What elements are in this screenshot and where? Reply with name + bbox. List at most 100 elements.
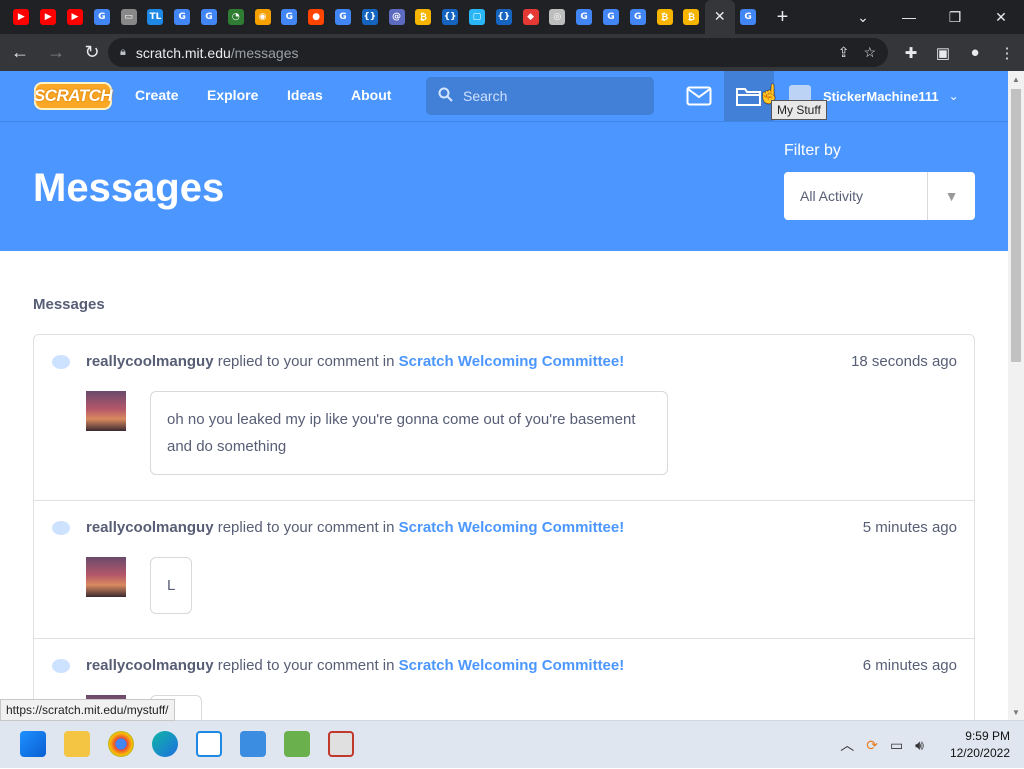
page-scrollbar[interactable]: ▲ ▼ — [1008, 71, 1024, 720]
google-icon: G — [93, 9, 110, 25]
filter-value: All Activity — [800, 188, 864, 204]
messages-envelope-icon[interactable] — [684, 82, 714, 110]
reddit-icon: ● — [308, 9, 325, 25]
nav-link-create[interactable]: Create — [135, 87, 179, 103]
browser-tab-active[interactable]: ✕ — [704, 0, 735, 34]
browser-tab[interactable]: G — [276, 0, 303, 34]
scroll-down-icon[interactable]: ▼ — [1008, 704, 1024, 720]
nav-link-ideas[interactable]: Ideas — [287, 87, 323, 103]
youtube-icon: ▶ — [66, 9, 83, 25]
close-tab-icon[interactable]: ✕ — [712, 9, 728, 25]
wifi-icon: ◔ — [227, 9, 244, 25]
windows-start-icon[interactable] — [20, 731, 46, 757]
side-panel-icon[interactable]: ▣ — [932, 42, 954, 64]
notepad-icon[interactable] — [240, 731, 266, 757]
address-bar[interactable]: 🔒︎ scratch.mit.edu /messages ⇪ ☆ — [108, 38, 888, 67]
user-thumbnail[interactable] — [86, 391, 126, 431]
bitcoin-icon: ₿ — [415, 9, 432, 25]
window-controls: ⌄ — ❐ ✕ — [840, 0, 1024, 34]
youtube-icon: ▶ — [13, 9, 30, 25]
browser-tab[interactable]: G — [88, 0, 115, 34]
message-text: reallycoolmanguy replied to your comment… — [86, 353, 624, 370]
message-studio-link[interactable]: Scratch Welcoming Committee! — [399, 353, 625, 370]
search-icon — [438, 87, 453, 106]
filter-dropdown[interactable]: All Activity ▼ — [784, 172, 975, 220]
network-icon[interactable]: ▭ — [890, 737, 903, 754]
scroll-up-icon[interactable]: ▲ — [1008, 71, 1024, 87]
browser-tab[interactable]: {} — [437, 0, 464, 34]
browser-tab[interactable]: ₿ — [651, 0, 678, 34]
browser-tab[interactable]: {} — [490, 0, 517, 34]
menu-icon[interactable]: ⋮ — [996, 42, 1018, 64]
browser-tab[interactable]: ▶ — [62, 0, 89, 34]
browser-tab[interactable]: ₿ — [678, 0, 705, 34]
app-icon: ◉ — [254, 9, 271, 25]
browser-tab[interactable]: ▶ — [35, 0, 62, 34]
browser-tab[interactable]: {} — [356, 0, 383, 34]
browser-tab[interactable]: G — [735, 0, 762, 34]
minimize-icon[interactable]: — — [886, 0, 932, 34]
share-icon[interactable]: ⇪ — [838, 44, 850, 61]
reload-icon[interactable]: ↻ — [76, 37, 108, 69]
message-item: reallycoolmanguy replied to your comment… — [34, 335, 974, 501]
nav-link-about[interactable]: About — [351, 87, 391, 103]
browser-tab[interactable]: ● — [303, 0, 330, 34]
browser-tab[interactable]: ▢ — [464, 0, 491, 34]
sync-icon[interactable]: ⟳ — [866, 737, 878, 754]
browser-tab[interactable]: G — [196, 0, 223, 34]
search-box[interactable]: Search — [426, 77, 654, 115]
clock-date: 12/20/2022 — [949, 746, 1010, 760]
scrollbar-thumb[interactable] — [1011, 89, 1021, 362]
browser-tab[interactable]: G — [330, 0, 357, 34]
browser-tab[interactable]: ◆ — [517, 0, 544, 34]
browser-tab[interactable]: ◎ — [544, 0, 571, 34]
comment-bubble: oh no you leaked my ip like you're gonna… — [150, 391, 668, 475]
nav-link-explore[interactable]: Explore — [207, 87, 258, 103]
store-icon[interactable] — [196, 731, 222, 757]
browser-tab[interactable]: @ — [383, 0, 410, 34]
browser-tab[interactable]: ₿ — [410, 0, 437, 34]
tab-search-icon[interactable]: ⌄ — [840, 0, 886, 34]
profile-icon[interactable]: ● — [964, 42, 986, 64]
message-user-link[interactable]: reallycoolmanguy — [86, 353, 214, 370]
editor-app-icon[interactable] — [284, 731, 310, 757]
message-user-link[interactable]: reallycoolmanguy — [86, 657, 214, 674]
username: StickerMachine111 — [823, 88, 939, 104]
browser-tab[interactable]: ◔ — [222, 0, 249, 34]
message-user-link[interactable]: reallycoolmanguy — [86, 519, 214, 536]
snipping-tool-icon[interactable] — [328, 731, 354, 757]
browser-tab[interactable]: G — [624, 0, 651, 34]
browser-tab[interactable]: G — [169, 0, 196, 34]
message-studio-link[interactable]: Scratch Welcoming Committee! — [399, 657, 625, 674]
chrome-taskbar-icon[interactable] — [108, 731, 134, 757]
file-explorer-icon[interactable] — [64, 731, 90, 757]
edge-icon[interactable] — [152, 731, 178, 757]
browser-tab[interactable]: ◉ — [249, 0, 276, 34]
message-time: 18 seconds ago — [851, 353, 957, 370]
at-icon: @ — [388, 9, 405, 25]
braces-icon: {} — [361, 9, 378, 25]
forward-icon[interactable]: → — [40, 37, 72, 69]
browser-tab-strip: ▶ ▶ ▶ G ▭ TL G G ◔ ◉ G ● G{} @ ₿{} ▢{} ◆ ◎ G G G ₿ ₿ ✕ G + ⌄ — ❐ … — [0, 0, 1024, 34]
message-studio-link[interactable]: Scratch Welcoming Committee! — [399, 519, 625, 536]
browser-tab[interactable]: ▭ — [115, 0, 142, 34]
scratch-logo[interactable]: SCRATCH — [34, 82, 113, 110]
chevron-up-icon[interactable]: ︿ — [840, 735, 854, 755]
filter-label: Filter by — [784, 142, 841, 159]
close-window-icon[interactable]: ✕ — [978, 0, 1024, 34]
browser-tab[interactable]: ▶ — [8, 0, 35, 34]
back-icon[interactable]: ← — [4, 37, 36, 69]
volume-icon[interactable]: 🔊︎ — [915, 737, 924, 754]
browser-tab[interactable]: TL — [142, 0, 169, 34]
user-thumbnail[interactable] — [86, 557, 126, 597]
browser-tab[interactable]: G — [571, 0, 598, 34]
message-time: 6 minutes ago — [862, 657, 957, 674]
restore-icon[interactable]: ❐ — [932, 0, 978, 34]
taskbar-clock[interactable]: 9:59 PM 12/20/2022 — [950, 728, 1010, 762]
bookmark-star-icon[interactable]: ☆ — [863, 44, 876, 61]
browser-tab[interactable]: G — [598, 0, 625, 34]
new-tab-icon[interactable]: + — [768, 0, 798, 34]
extensions-icon[interactable]: ✚ — [900, 42, 922, 64]
page-content: SCRATCH Create Explore Ideas About Searc… — [0, 71, 1008, 720]
chat-icon: ▢ — [468, 9, 485, 25]
